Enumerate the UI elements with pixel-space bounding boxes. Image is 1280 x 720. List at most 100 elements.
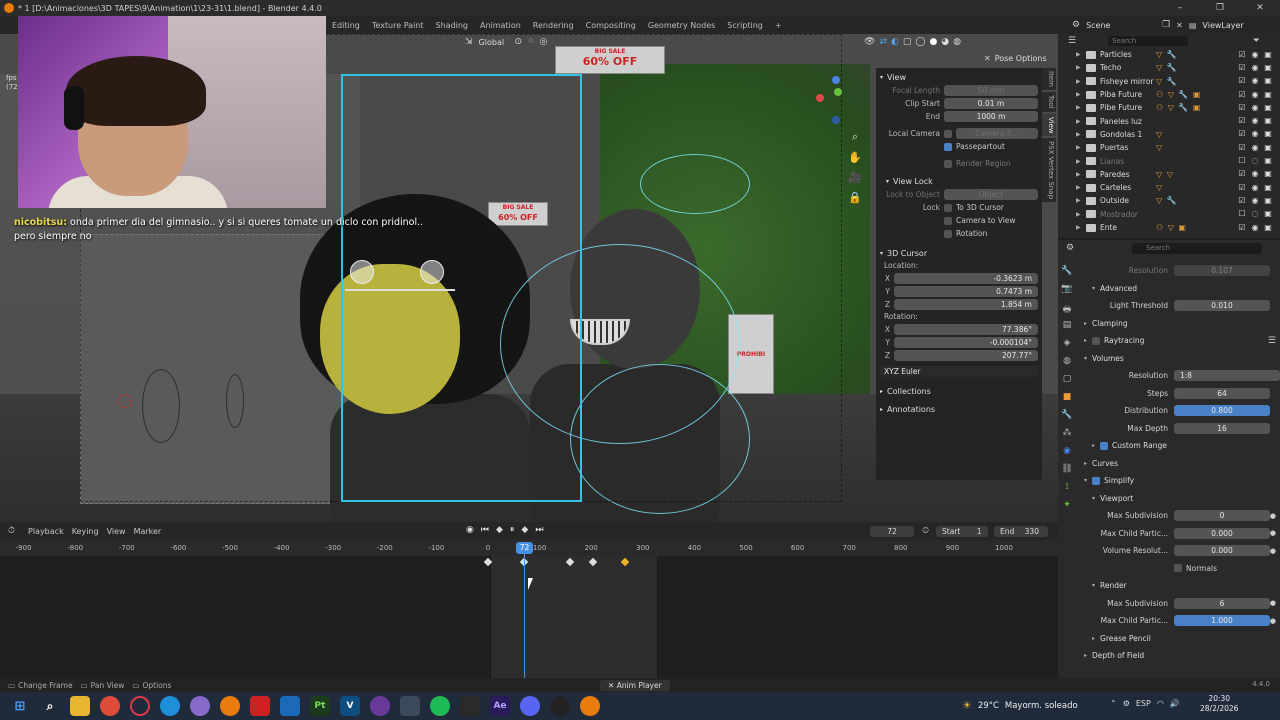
filter-icon[interactable]: ⏷ <box>1253 36 1260 46</box>
jump-start-icon[interactable]: ⏮ <box>481 525 489 535</box>
custom-range-section-header[interactable]: ▸ Custom Range <box>1084 437 1280 455</box>
scene-tab-icon[interactable]: ◈ <box>1061 338 1073 352</box>
viewport-max-subdivision-field[interactable]: 0 <box>1174 510 1270 522</box>
camera-render-icon[interactable]: ▣ <box>1264 170 1272 178</box>
end-frame-field[interactable]: End 330 <box>994 526 1048 537</box>
anim-player-button[interactable]: ✕ Anim Player <box>600 680 670 691</box>
blender-app-icon[interactable] <box>220 696 240 716</box>
annotations-section-header[interactable]: ▸ Annotations <box>880 402 1038 416</box>
particles-tab-icon[interactable]: ⁂ <box>1061 428 1073 442</box>
timeline-editor[interactable]: ⏱ Playback Keying View Marker ◉ ⏮ ◆ ⏸ ◆ … <box>0 522 1058 678</box>
edge-icon[interactable] <box>160 696 180 716</box>
expand-arrow-icon[interactable]: ▶ <box>1076 91 1086 98</box>
tab-scripting[interactable]: Scripting <box>721 21 769 30</box>
cursor-location-z[interactable]: 1.854 m <box>894 299 1038 310</box>
local-camera-checkbox[interactable] <box>944 129 952 138</box>
navigation-gizmo[interactable] <box>812 76 848 130</box>
expand-arrow-icon[interactable]: ▶ <box>1076 118 1086 125</box>
pan-hand-icon[interactable]: ✋ <box>848 150 862 164</box>
simplify-section-header[interactable]: ▾ Simplify <box>1084 472 1280 490</box>
camera-render-icon[interactable]: ▣ <box>1264 157 1272 165</box>
camera-to-view-checkbox[interactable] <box>944 216 952 225</box>
close-button[interactable]: ✕ <box>1240 0 1280 16</box>
expand-arrow-icon[interactable]: ▶ <box>1076 184 1086 191</box>
eye-icon[interactable]: ◌ <box>1251 210 1259 218</box>
taskbar-clock[interactable]: 20:30 28/2/2026 <box>1200 694 1238 714</box>
file-explorer-icon[interactable] <box>70 696 90 716</box>
camera-render-icon[interactable]: ▣ <box>1264 196 1272 205</box>
viewport-volume-resolution-field[interactable]: 0.000 <box>1174 545 1270 557</box>
camera-render-icon[interactable]: ▣ <box>1264 77 1272 85</box>
grease-pencil-section-header[interactable]: ▸ Grease Pencil <box>1084 630 1280 648</box>
clip-start-field[interactable]: 0.01 m <box>944 98 1038 109</box>
output-tab-icon[interactable]: 🖶 <box>1061 302 1073 316</box>
volumes-section-header[interactable]: ▾ Volumes <box>1084 350 1280 368</box>
expand-arrow-icon[interactable]: ▶ <box>1076 78 1086 85</box>
shading-material-icon[interactable]: ◕ <box>941 37 949 47</box>
checkbox-icon[interactable]: ☐ <box>1238 157 1246 165</box>
shading-solid-icon[interactable]: ● <box>929 37 937 47</box>
eye-icon[interactable]: ◉ <box>1251 170 1259 178</box>
outliner-search-input[interactable]: Search <box>1108 36 1189 46</box>
render-section-header[interactable]: ▾ Render <box>1084 577 1280 595</box>
eye-icon[interactable]: ◉ <box>1251 117 1259 125</box>
gizmo-toggle-icon[interactable]: ⇄ <box>879 37 887 47</box>
camera-render-icon[interactable]: ▣ <box>1264 143 1272 152</box>
clamping-section-header[interactable]: ▸ Clamping <box>1084 315 1280 333</box>
object-tab-icon[interactable]: ■ <box>1061 392 1073 406</box>
world-tab-icon[interactable]: ◍ <box>1061 356 1073 370</box>
close-icon[interactable]: ✕ <box>608 681 614 690</box>
timeline-editor-icon[interactable]: ⏱ <box>8 526 15 536</box>
playhead-frame-label[interactable]: 72 <box>516 542 533 554</box>
current-frame-field[interactable]: 72 <box>870 526 914 537</box>
scene-selector[interactable]: Scene <box>1086 21 1156 30</box>
tab-editing[interactable]: Editing <box>326 21 366 30</box>
physics-tab-icon[interactable]: ◉ <box>1061 446 1073 460</box>
close-panel-icon[interactable]: ✕ <box>984 54 991 63</box>
checkbox-icon[interactable]: ☑ <box>1238 130 1246 138</box>
opera-icon[interactable] <box>130 696 150 716</box>
eye-icon[interactable]: ◉ <box>1251 90 1259 99</box>
cursor-location-x[interactable]: -0.3623 m <box>894 273 1038 284</box>
light-threshold-field[interactable]: 0.010 <box>1174 300 1270 312</box>
wifi-icon[interactable]: ◠ <box>1157 699 1164 708</box>
overlay-toggle-icon[interactable]: ◐ <box>891 37 899 47</box>
outliner-row[interactable]: ▶ Pibe Future ⚇ ▽ 🔧 ▣ ☑ ◉ ▣ <box>1058 101 1280 114</box>
constraints-tab-icon[interactable]: ⛓ <box>1061 464 1073 478</box>
expand-arrow-icon[interactable]: ▶ <box>1076 171 1086 178</box>
camera-render-icon[interactable]: ▣ <box>1264 50 1272 59</box>
eye-icon[interactable]: ◉ <box>1251 63 1259 72</box>
volume-resolution-dropdown[interactable]: 1:8 <box>1174 370 1280 382</box>
outliner-editor-icon[interactable]: ☰ <box>1068 36 1076 46</box>
prev-keyframe-icon[interactable]: ◆ <box>496 525 503 535</box>
expand-arrow-icon[interactable]: ▶ <box>1076 51 1086 58</box>
minimize-button[interactable]: – <box>1160 0 1200 16</box>
view-menu[interactable]: View <box>107 527 126 536</box>
snap-icon[interactable]: ⌾ <box>528 37 533 47</box>
copy-icon[interactable]: ❐ <box>1162 20 1170 30</box>
render-max-subdivision-field[interactable]: 6 <box>1174 597 1270 609</box>
expand-arrow-icon[interactable]: ▶ <box>1076 131 1086 138</box>
camera-render-icon[interactable]: ▣ <box>1264 183 1272 192</box>
render-tab-icon[interactable]: 📷 <box>1061 284 1073 298</box>
gizmo-z-axis[interactable] <box>832 76 840 84</box>
language-indicator[interactable]: ESP <box>1136 699 1151 708</box>
checkbox-icon[interactable]: ☑ <box>1238 196 1246 205</box>
expand-arrow-icon[interactable]: ▶ <box>1076 224 1086 231</box>
tab-compositing[interactable]: Compositing <box>580 21 642 30</box>
lock-to-object-field[interactable]: Object <box>944 189 1038 200</box>
advanced-section-header[interactable]: ▾ Advanced <box>1084 280 1280 298</box>
checkbox-icon[interactable]: ☑ <box>1238 223 1246 232</box>
camera-render-icon[interactable]: ▣ <box>1264 90 1272 99</box>
shading-rendered-icon[interactable]: ◍ <box>953 37 961 47</box>
tray-arrow-icon[interactable]: ⌃ <box>1110 699 1117 708</box>
pivot-icon[interactable]: ⊙ <box>515 37 523 47</box>
next-keyframe-icon[interactable]: ◆ <box>521 525 528 535</box>
outliner-row[interactable]: ▶ Techo ▽ 🔧 ☑ ◉ ▣ <box>1058 61 1280 74</box>
blender-active-icon[interactable] <box>580 696 600 716</box>
outliner-row[interactable]: ▶ Outside ▽ 🔧 ☑ ◉ ▣ <box>1058 194 1280 207</box>
xray-icon[interactable]: ▢ <box>903 37 912 47</box>
view-layer-tab-icon[interactable]: ▤ <box>1061 320 1073 334</box>
3d-cursor-section-header[interactable]: ▾ 3D Cursor <box>880 246 1038 260</box>
cursor-rotation-x[interactable]: 77.386° <box>894 324 1038 335</box>
